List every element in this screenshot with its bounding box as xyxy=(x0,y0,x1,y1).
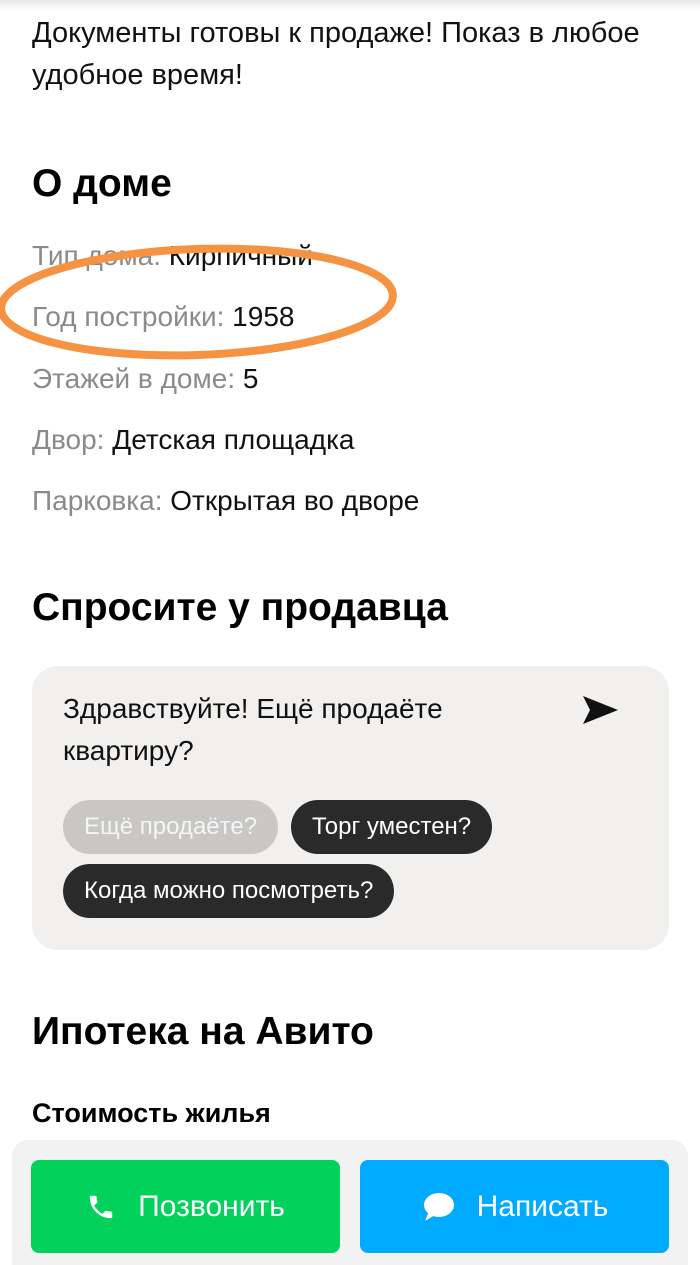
mortgage-heading: Ипотека на Авито xyxy=(32,1010,374,1053)
call-button[interactable]: Позвонить xyxy=(31,1160,340,1253)
about-house-heading: О доме xyxy=(32,162,172,205)
yard-row: Двор: Детская площадка xyxy=(32,422,355,458)
build-year-label: Год постройки: xyxy=(32,301,225,332)
write-button[interactable]: Написать xyxy=(360,1160,669,1253)
listing-description: Документы готовы к продаже! Показ в любо… xyxy=(32,17,640,91)
chat-bubble-icon xyxy=(421,1191,455,1223)
ask-seller-card: Здравствуйте! Ещё продаёте квартиру? Ещё… xyxy=(32,666,669,950)
listing-page: Документы готовы к продаже! Показ в любо… xyxy=(0,0,700,1265)
top-shadow xyxy=(0,0,700,10)
chat-message-input[interactable]: Здравствуйте! Ещё продаёте квартиру? xyxy=(63,688,543,772)
parking-value: Открытая во дворе xyxy=(170,485,420,516)
yard-value: Детская площадка xyxy=(112,424,355,455)
parking-label: Парковка: xyxy=(32,485,163,516)
bottom-action-bar: Позвонить Написать xyxy=(12,1140,688,1265)
phone-icon xyxy=(86,1192,116,1222)
floors-value: 5 xyxy=(242,363,259,394)
send-arrow-icon[interactable] xyxy=(581,694,621,726)
floors-row: Этажей в доме: 5 xyxy=(32,361,258,397)
build-year-row: Год постройки: 1958 xyxy=(32,299,294,335)
quick-reply-chip[interactable]: Торг уместен? xyxy=(291,800,493,854)
quick-reply-chip[interactable]: Когда можно посмотреть? xyxy=(63,864,395,918)
call-button-label: Позвонить xyxy=(138,1189,285,1223)
build-year-value: 1958 xyxy=(232,301,295,332)
house-type-value: Кирпичный xyxy=(168,240,313,271)
floors-label: Этажей в доме: xyxy=(32,363,236,394)
house-type-label: Тип дома: xyxy=(32,240,161,271)
quick-reply-chip[interactable]: Ещё продаёте? xyxy=(63,800,279,854)
house-type-row: Тип дома: Кирпичный xyxy=(32,238,313,274)
ask-seller-heading: Спросите у продавца xyxy=(32,586,448,629)
write-button-label: Написать xyxy=(476,1189,609,1223)
yard-label: Двор: xyxy=(32,424,105,455)
parking-row: Парковка: Открытая во дворе xyxy=(32,483,419,519)
property-cost-subheading: Стоимость жилья xyxy=(32,1098,271,1128)
